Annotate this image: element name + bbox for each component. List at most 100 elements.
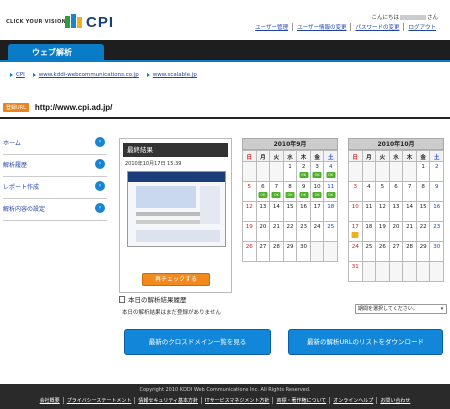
calendar-day[interactable]: 22 [416,222,431,242]
ok-badge[interactable]: OK [258,192,268,198]
link-kddi-webcommunications[interactable]: www.kddi-webcommunications.co.jp [39,72,139,78]
ok-badge[interactable]: OK [271,192,281,198]
footer-link-privacy[interactable]: プライバシーステートメント [62,397,135,404]
calendar-day[interactable]: 12 [243,202,257,222]
weekday-header: 火 [270,151,284,162]
sidebar-item-home[interactable]: ホーム › [3,133,107,155]
calendar-day[interactable]: 10 [349,202,363,222]
download-url-list-button[interactable]: 最新の解析URLのリストをダウンロード [288,329,443,355]
calendar-day[interactable]: 13 [256,202,271,222]
calendar-day[interactable]: 3 OK [310,162,325,182]
sidebar-item-label: 解析履歴 [3,162,28,169]
calendar-day[interactable]: 11 [362,202,377,222]
calendar-day[interactable]: 9 [430,182,444,202]
calendar-day[interactable]: 14 [270,202,284,222]
calendar-day[interactable]: 6 OK [256,182,271,202]
calendar-day[interactable]: 20 [389,222,404,242]
link-scalable[interactable]: www.scalable.jp [153,72,197,78]
site-thumbnail[interactable] [127,171,226,247]
calendar-day[interactable]: 2 [430,162,444,182]
tab-web-analysis[interactable]: ウェブ解析 [8,44,104,62]
calendar-day[interactable]: 16 [430,202,444,222]
calendar-day[interactable]: 11 OK [324,182,338,202]
user-info-change-link[interactable]: ユーザー情報の変更 [292,23,350,31]
calendar-day[interactable]: 15 [416,202,431,222]
logout-link[interactable]: ログアウト [403,23,440,31]
view-cross-domain-button[interactable]: 最新のクロスドメイン一覧を見る [124,329,271,355]
calendar-day[interactable]: 1 [283,162,298,182]
calendar-day[interactable]: 2 OK [297,162,311,182]
calendar-day[interactable]: 21 [270,222,284,242]
calendar-day[interactable]: 7 [403,182,417,202]
calendar-day[interactable]: 25 [362,242,377,262]
calendar-day[interactable]: 22 [283,222,298,242]
chevron-down-icon: ▾ [440,306,444,312]
calendar-day[interactable]: 10 OK [310,182,325,202]
calendar-day[interactable]: 4 [362,182,377,202]
calendar-day[interactable]: 23 [430,222,444,242]
calendar-day[interactable]: 30 [430,242,444,262]
ok-badge[interactable]: OK [312,192,322,198]
calendar-day[interactable]: 29 [416,242,431,262]
calendar-day[interactable]: 26 [376,242,390,262]
calendar-day[interactable]: 28 [270,242,284,262]
calendar-day[interactable]: 8 [416,182,431,202]
recheck-button[interactable]: 再チェックする [142,273,210,286]
calendar-day[interactable]: 5 [243,182,257,202]
sidebar-item-settings[interactable]: 解析内容の設定 › [3,199,107,221]
calendar-day[interactable]: 14 [403,202,417,222]
calendar-day[interactable]: 19 [376,222,390,242]
calendar-day[interactable]: 5 [376,182,390,202]
calendar-day[interactable]: 31 [349,262,363,282]
calendar-day[interactable]: 29 [283,242,298,262]
calendar-day[interactable]: 8 OK [283,182,298,202]
ok-badge[interactable]: OK [299,192,309,198]
calendar-day[interactable]: 17 [310,202,325,222]
calendar-day[interactable]: 24 [310,222,325,242]
calendar-day[interactable]: 20 [256,222,271,242]
password-change-link[interactable]: パスワードの変更 [350,23,403,31]
calendar-day[interactable]: 13 [389,202,404,222]
sidebar-item-report[interactable]: レポート作成 › [3,177,107,199]
sidebar-item-history[interactable]: 解析履歴 › [3,155,107,177]
calendar-day[interactable]: 16 [297,202,311,222]
calendar-day[interactable]: 19 [243,222,257,242]
calendar-day[interactable]: 3 [349,182,363,202]
calendar-day[interactable]: 1 [416,162,431,182]
link-cpi[interactable]: CPI [16,72,25,78]
calendar-day[interactable]: 23 [297,222,311,242]
user-management-link[interactable]: ユーザー管理 [251,23,292,31]
ok-badge[interactable]: OK [326,172,336,178]
calendar-day[interactable]: 4 OK [324,162,338,182]
calendar-day[interactable]: 9 OK [297,182,311,202]
calendar-day[interactable]: 6 [389,182,404,202]
ok-badge[interactable]: OK [312,172,322,178]
ok-badge[interactable]: OK [285,192,295,198]
calendar-day[interactable]: 24 [349,242,363,262]
calendar-day[interactable]: 30 [297,242,311,262]
ok-badge[interactable]: OK [326,192,336,198]
calendar-day[interactable]: 15 [283,202,298,222]
footer-link-security[interactable]: 情報セキュリティ基本方針 [134,397,201,404]
brand-logo[interactable]: CLICK YOUR VISION CPI [6,14,166,32]
footer-link-company[interactable]: 会社概要 [37,397,63,404]
calendar-day[interactable]: 27 [256,242,271,262]
calendar-day[interactable]: 17 [349,222,363,242]
footer-link-help[interactable]: オンラインヘルプ [329,397,376,404]
calendar-day[interactable]: 7 OK [270,182,284,202]
calendar-day[interactable]: 26 [243,242,257,262]
footer-link-contact[interactable]: お問い合わせ [376,397,413,404]
footer-link-trademark[interactable]: 商標・著作権について [272,397,329,404]
calendar-day[interactable]: 18 [324,202,338,222]
calendar-day[interactable]: 25 [324,222,338,242]
ok-badge[interactable]: OK [299,172,309,178]
period-select[interactable]: 期間を選択してください。 ▾ [355,304,447,314]
calendar-day[interactable]: 28 [403,242,417,262]
calendar-day[interactable]: 12 [376,202,390,222]
calendar-day[interactable]: 18 [362,222,377,242]
calendar-day[interactable]: 21 [403,222,417,242]
footer-link-itsm[interactable]: ITサービスマネジメント方針 [201,397,272,404]
calendar-day[interactable]: 27 [389,242,404,262]
arrow-right-circle-icon: › [95,137,105,147]
result-marker-icon[interactable] [351,232,359,238]
